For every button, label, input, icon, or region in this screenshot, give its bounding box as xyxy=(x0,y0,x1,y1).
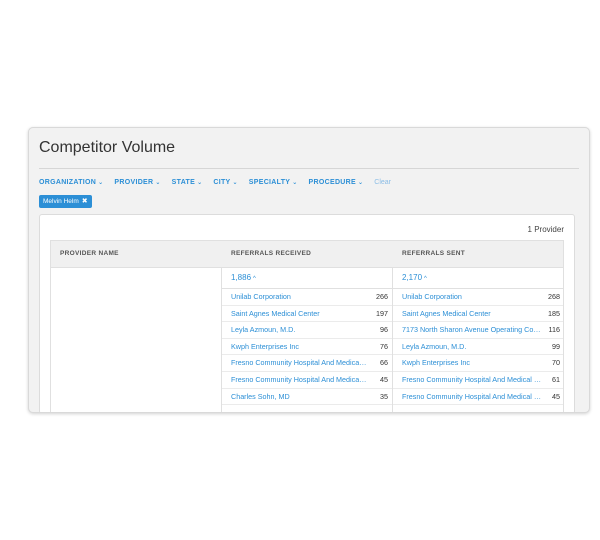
table-row: Kwph Enterprises Inc 70 xyxy=(393,355,563,372)
referral-count: 35 xyxy=(380,391,388,401)
sort-up-icon: ^ xyxy=(253,276,256,282)
provider-link[interactable]: Fresno Community Hospital And Medical Ce… xyxy=(402,389,545,405)
referral-count: 45 xyxy=(380,374,388,384)
table-row: Kwph Enterprises Inc 76 xyxy=(222,339,392,356)
filter-provider[interactable]: PROVIDER ⌄ xyxy=(114,179,160,186)
table-row: Unilab Corporation 266 xyxy=(222,289,392,306)
provider-count: 1 Provider xyxy=(527,225,564,234)
chevron-down-icon: ⌄ xyxy=(155,180,161,186)
referrals-table: PROVIDER NAME REFERRALS RECEIVED REFERRA… xyxy=(50,240,564,412)
chevron-down-icon: ⌄ xyxy=(357,180,364,186)
table-row: Unilab Corporation 268 xyxy=(393,289,563,306)
provider-link[interactable]: Charles Sohn, MD xyxy=(231,389,290,405)
referral-count: 116 xyxy=(548,325,560,335)
filter-procedure[interactable]: PROCEDURE ⌄ xyxy=(309,179,364,186)
clear-filters-link[interactable]: Clear xyxy=(374,179,391,186)
chevron-down-icon: ⌄ xyxy=(232,180,238,186)
table-row: Leyla Azmoun, M.D. 96 xyxy=(222,322,392,339)
table-row: Fresno Community Hospital And Medical Ce… xyxy=(393,372,563,389)
filter-label: STATE xyxy=(171,179,196,186)
results-panel: 1 Provider PROVIDER NAME REFERRALS RECEI… xyxy=(39,214,575,412)
table-row: Leyla Azmoun, M.D. 99 xyxy=(393,339,563,356)
chevron-down-icon: ⌄ xyxy=(98,180,104,186)
received-rows: Unilab Corporation 266 Saint Agnes Medica… xyxy=(222,288,392,406)
provider-link[interactable]: Kwph Enterprises Inc xyxy=(402,355,470,371)
referral-count: 268 xyxy=(548,292,560,301)
filter-organization[interactable]: ORGANIZATION ⌄ xyxy=(39,179,103,186)
referrals-sent-column: 2,170 ^ Unilab Corporation 268 Saint Agnes… xyxy=(392,268,563,412)
tag-label: Melvin Helm xyxy=(43,198,79,205)
filter-label: ORGANIZATION xyxy=(39,179,97,186)
table-row: Charles Sohn, MD 35 xyxy=(222,389,392,406)
provider-link[interactable]: Fresno Community Hospital And Medical Ce… xyxy=(231,355,367,371)
filter-label: SPECIALTY xyxy=(248,179,291,186)
referral-count: 66 xyxy=(380,358,388,368)
provider-link[interactable]: Saint Agnes Medical Center xyxy=(231,306,320,322)
filter-specialty[interactable]: SPECIALTY ⌄ xyxy=(249,179,298,186)
chevron-down-icon: ⌄ xyxy=(292,180,298,186)
referrals-received-column: 1,886 ^ Unilab Corporation 266 Saint Agnes… xyxy=(221,268,392,412)
table-row: Fresno Community Hospital And Medical Ce… xyxy=(222,372,392,389)
referral-count: 96 xyxy=(380,325,388,335)
sent-rows: Unilab Corporation 268 Saint Agnes Medica… xyxy=(393,288,563,406)
referral-count: 76 xyxy=(380,341,388,351)
provider-link[interactable]: Leyla Azmoun, M.D. xyxy=(402,339,466,355)
referral-count: 61 xyxy=(552,374,560,384)
header-provider-name[interactable]: PROVIDER NAME xyxy=(60,250,119,257)
filter-bar: ORGANIZATION ⌄ PROVIDER ⌄ STATE ⌄ CITY ⌄ SPE… xyxy=(39,179,400,186)
page-title: Competitor Volume xyxy=(39,139,176,156)
sort-up-icon: ^ xyxy=(424,276,427,282)
table-row: 7173 North Sharon Avenue Operating Compa… xyxy=(393,322,563,339)
active-filter-tag: Melvin Helm ✖ xyxy=(39,195,92,208)
received-total-value: 1,886 xyxy=(231,273,252,282)
header-referrals-sent[interactable]: REFERRALS SENT xyxy=(402,250,465,257)
table-row: Fresno Community Hospital And Medical Ce… xyxy=(393,389,563,406)
referral-count: 99 xyxy=(552,341,560,351)
provider-link[interactable]: Unilab Corporation xyxy=(402,289,462,305)
provider-link[interactable]: Leyla Azmoun, M.D. xyxy=(231,322,295,338)
filter-city[interactable]: CITY ⌄ xyxy=(213,179,237,186)
filter-label: PROVIDER xyxy=(114,179,154,186)
filter-state[interactable]: STATE ⌄ xyxy=(172,179,203,186)
provider-link[interactable]: Unilab Corporation xyxy=(231,289,291,305)
referral-count: 185 xyxy=(548,308,560,318)
provider-link[interactable]: Fresno Community Hospital And Medical Ce… xyxy=(402,372,545,388)
table-header: PROVIDER NAME REFERRALS RECEIVED REFERRA… xyxy=(51,241,563,268)
received-total[interactable]: 1,886 ^ xyxy=(231,268,256,288)
provider-link[interactable]: Fresno Community Hospital And Medical Ce… xyxy=(231,372,367,388)
provider-link[interactable]: Saint Agnes Medical Center xyxy=(402,306,491,322)
competitor-volume-card: Competitor Volume ORGANIZATION ⌄ PROVIDER… xyxy=(28,127,590,413)
filter-label: PROCEDURE xyxy=(308,179,356,186)
table-row: Saint Agnes Medical Center 185 xyxy=(393,306,563,323)
sent-total-value: 2,170 xyxy=(402,273,423,282)
table-row: Saint Agnes Medical Center 197 xyxy=(222,306,392,323)
referral-count: 266 xyxy=(376,292,388,301)
sent-total[interactable]: 2,170 ^ xyxy=(402,268,427,288)
table-row: Fresno Community Hospital And Medical Ce… xyxy=(222,355,392,372)
close-icon[interactable]: ✖ xyxy=(82,198,88,205)
title-divider xyxy=(39,168,579,169)
filter-label: CITY xyxy=(213,179,231,186)
referral-count: 45 xyxy=(552,391,560,401)
provider-link[interactable]: 7173 North Sharon Avenue Operating Compa… xyxy=(402,322,545,338)
chevron-down-icon: ⌄ xyxy=(197,180,203,186)
provider-link[interactable]: Kwph Enterprises Inc xyxy=(231,339,299,355)
referral-count: 197 xyxy=(376,308,388,318)
referral-count: 70 xyxy=(552,358,560,368)
header-referrals-received[interactable]: REFERRALS RECEIVED xyxy=(231,250,311,257)
